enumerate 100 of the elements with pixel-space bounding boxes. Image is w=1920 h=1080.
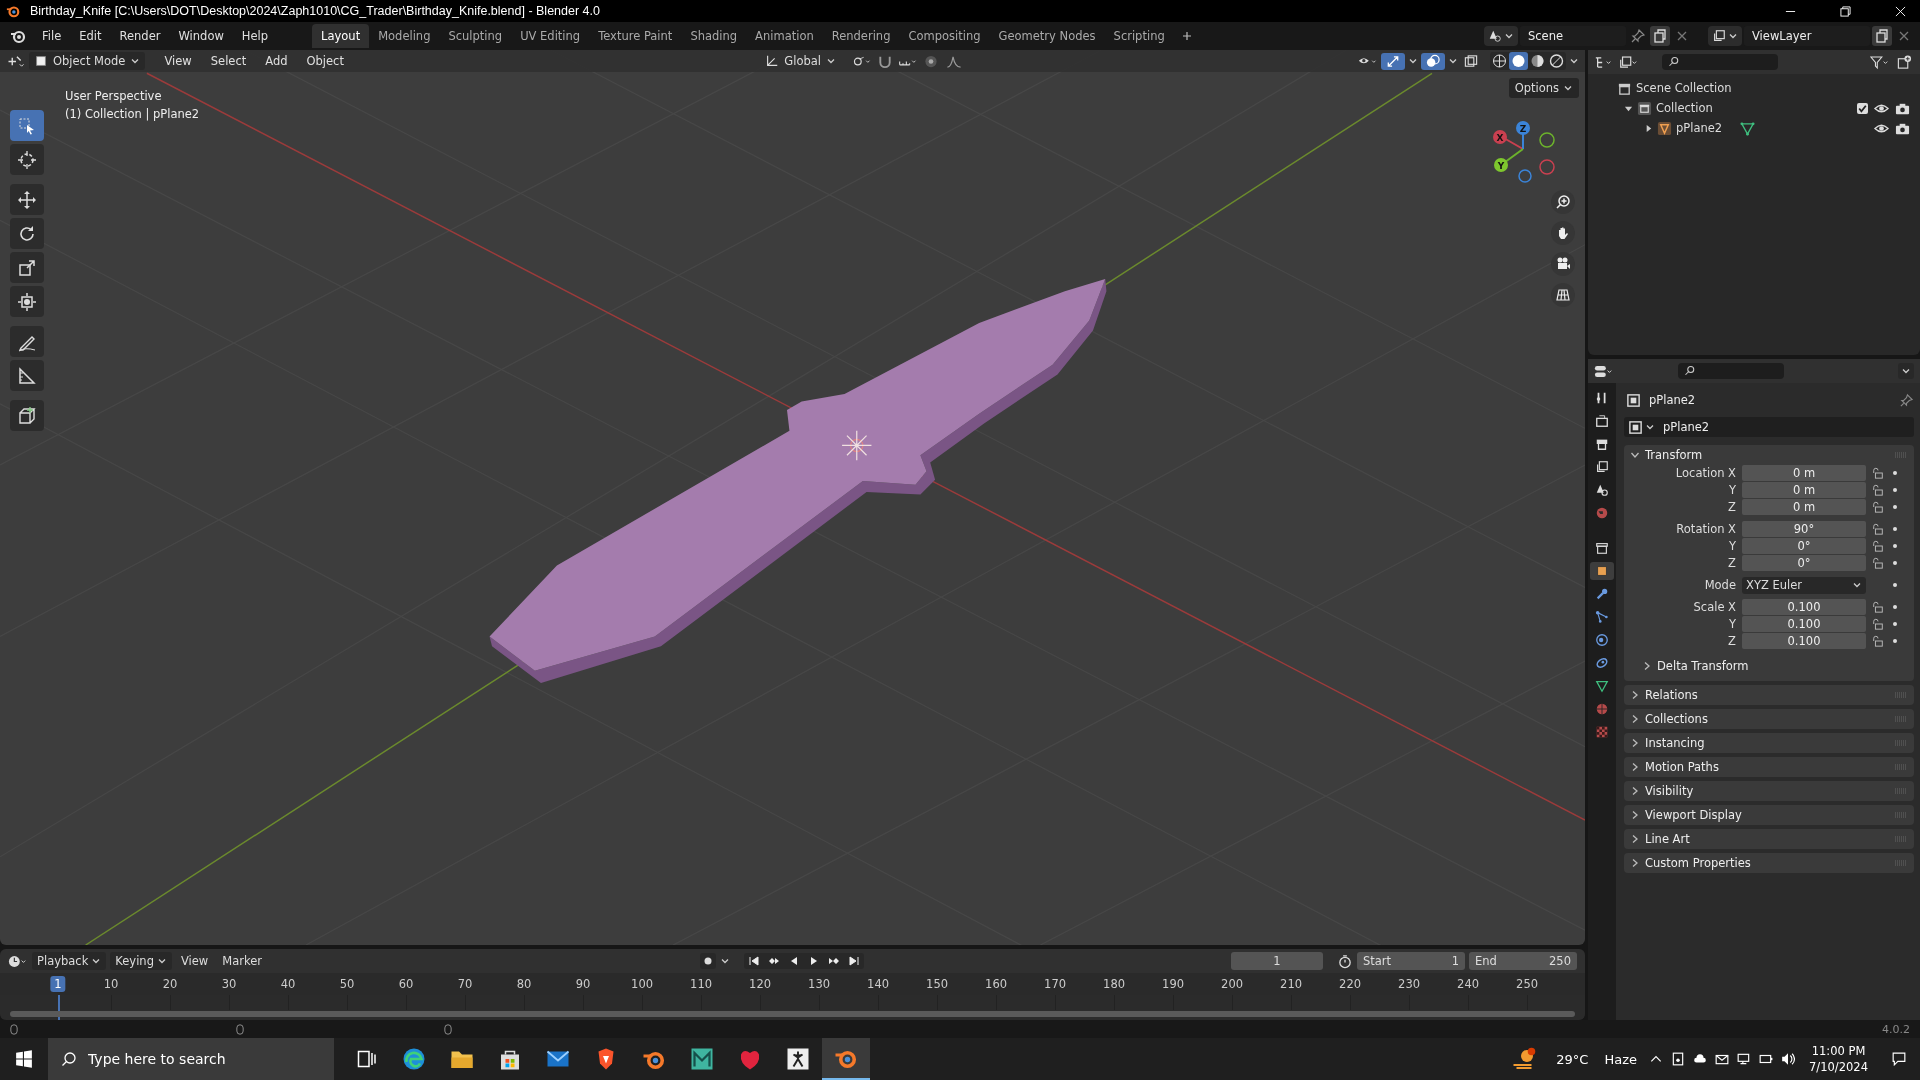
- scene-field[interactable]: Scene: [1520, 26, 1626, 46]
- dropdown-caret-icon[interactable]: [1504, 31, 1514, 41]
- view-layer-selector[interactable]: [1708, 26, 1742, 46]
- menu-dropdown[interactable]: Playback: [32, 952, 107, 970]
- filter-icon[interactable]: [1870, 54, 1890, 70]
- dropdown-caret-icon[interactable]: [1728, 31, 1738, 41]
- copy-icon[interactable]: [1650, 26, 1670, 46]
- menu-item[interactable]: Render: [111, 26, 169, 46]
- keyframe-dot-icon[interactable]: [1892, 487, 1898, 493]
- tool-button[interactable]: [10, 184, 44, 215]
- rendered-shading-icon[interactable]: [1547, 52, 1566, 70]
- lock-icon[interactable]: [1872, 635, 1884, 647]
- lock-icon[interactable]: [1872, 540, 1884, 552]
- outliner-item[interactable]: Collection: [1656, 101, 1713, 115]
- current-frame-field[interactable]: 1: [1231, 952, 1323, 970]
- caret-icon[interactable]: [1642, 661, 1652, 671]
- workspace-tab[interactable]: Animation: [746, 24, 823, 48]
- scrollbar[interactable]: [10, 1011, 1575, 1017]
- tool-button[interactable]: [10, 360, 44, 391]
- keyframe-dot-icon[interactable]: [1892, 560, 1898, 566]
- menu-item[interactable]: Select: [202, 51, 255, 71]
- workspace-tab[interactable]: Layout: [312, 24, 370, 48]
- tool-button[interactable]: [10, 252, 44, 283]
- menu-item[interactable]: Help: [233, 26, 277, 46]
- number-field[interactable]: 0°: [1742, 538, 1866, 554]
- jump-end-icon[interactable]: [848, 955, 860, 967]
- lock-icon[interactable]: [1872, 618, 1884, 630]
- number-field[interactable]: 90°: [1742, 521, 1866, 537]
- clock-time[interactable]: 11:00 PM: [1811, 1043, 1866, 1059]
- menu-item[interactable]: Object: [298, 51, 352, 71]
- caret-icon[interactable]: [1630, 762, 1640, 772]
- gizmo-axis-handle[interactable]: X: [1493, 130, 1507, 144]
- tool-button[interactable]: [10, 400, 44, 431]
- restore-icon[interactable]: [1840, 5, 1851, 17]
- workspace-tab[interactable]: Texture Paint: [589, 24, 682, 48]
- keyframe-dot-icon[interactable]: [1892, 543, 1898, 549]
- workspace-tab[interactable]: Compositing: [899, 24, 990, 48]
- outliner-item[interactable]: pPlane2: [1676, 121, 1723, 135]
- disclosure-triangle-icon[interactable]: [1644, 123, 1653, 133]
- tool-button[interactable]: [10, 218, 44, 249]
- keyframe-dot-icon[interactable]: [1892, 638, 1898, 644]
- dropdown-caret-icon[interactable]: [826, 56, 837, 66]
- tool-button[interactable]: [10, 144, 44, 175]
- options-dropdown[interactable]: Options: [1508, 78, 1579, 98]
- caret-icon[interactable]: [1630, 450, 1640, 460]
- search-field[interactable]: [1662, 54, 1778, 70]
- dropdown-caret-icon[interactable]: [1852, 580, 1862, 590]
- dropdown-caret-icon[interactable]: [1448, 56, 1458, 66]
- number-field[interactable]: 0°: [1742, 555, 1866, 571]
- clock-date[interactable]: 7/10/2024: [1809, 1059, 1868, 1075]
- caret-icon[interactable]: [1630, 690, 1640, 700]
- orientation-dropdown[interactable]: Global: [760, 52, 842, 70]
- dropdown-caret-icon[interactable]: [156, 956, 167, 966]
- dropdown-caret-icon[interactable]: [1563, 83, 1573, 93]
- gizmo-handle[interactable]: [1539, 159, 1555, 175]
- menu-item[interactable]: View: [156, 51, 200, 71]
- keyframe-dot-icon[interactable]: [1892, 470, 1898, 476]
- caret-icon[interactable]: [1630, 810, 1640, 820]
- workspace-tab[interactable]: Geometry Nodes: [989, 24, 1105, 48]
- editor-type-icon[interactable]: [8, 953, 28, 969]
- panel-header[interactable]: Line Art: [1630, 832, 1690, 846]
- menu-item[interactable]: View: [175, 952, 214, 970]
- gizmo-handle[interactable]: [1518, 169, 1532, 183]
- start-frame-field[interactable]: Start 1: [1357, 952, 1465, 970]
- workspace-tab[interactable]: Shading: [681, 24, 747, 48]
- view-layer-field[interactable]: ViewLayer: [1744, 26, 1870, 46]
- stopwatch-icon[interactable]: [1337, 953, 1353, 969]
- object-name-field[interactable]: pPlane2: [1663, 420, 1710, 434]
- camera-icon[interactable]: [1551, 252, 1575, 276]
- caret-icon[interactable]: [1630, 738, 1640, 748]
- keyframe-dot-icon[interactable]: [1892, 526, 1898, 532]
- workspace-tab[interactable]: UV Editing: [511, 24, 590, 48]
- lock-icon[interactable]: [1872, 484, 1884, 496]
- number-field[interactable]: 0 m: [1742, 499, 1866, 515]
- property-tab[interactable]: [1590, 562, 1614, 580]
- app-logo-icon[interactable]: [10, 28, 26, 44]
- menu-dropdown[interactable]: Keying: [110, 952, 172, 970]
- next-keyframe-icon[interactable]: [828, 955, 840, 967]
- lock-icon[interactable]: [1872, 557, 1884, 569]
- tool-button[interactable]: [10, 326, 44, 357]
- lock-icon[interactable]: [1872, 467, 1884, 479]
- pin-icon[interactable]: [1899, 392, 1914, 408]
- jump-start-icon[interactable]: [748, 955, 760, 967]
- search-field[interactable]: [1678, 363, 1784, 379]
- end-frame-field[interactable]: End 250: [1469, 952, 1577, 970]
- gizmo-axis-handle[interactable]: Y: [1494, 158, 1508, 172]
- subpanel-header[interactable]: Delta Transform: [1642, 659, 1749, 673]
- tool-button[interactable]: [10, 286, 44, 317]
- editor-type-icon[interactable]: [6, 53, 26, 69]
- number-field[interactable]: 0 m: [1742, 482, 1866, 498]
- caret-icon[interactable]: [1630, 714, 1640, 724]
- menu-item[interactable]: Window: [170, 26, 232, 46]
- zoom-icon[interactable]: [1551, 190, 1575, 214]
- gizmo-axis-handle[interactable]: Z: [1516, 121, 1530, 135]
- dropdown-caret-icon[interactable]: [1408, 56, 1418, 66]
- add-icon[interactable]: [1181, 31, 1192, 41]
- keyframe-dot-icon[interactable]: [1892, 604, 1898, 610]
- keyframe-dot-icon[interactable]: [1892, 621, 1898, 627]
- wireframe-shading-icon[interactable]: [1490, 52, 1509, 70]
- caret-icon[interactable]: [1630, 786, 1640, 796]
